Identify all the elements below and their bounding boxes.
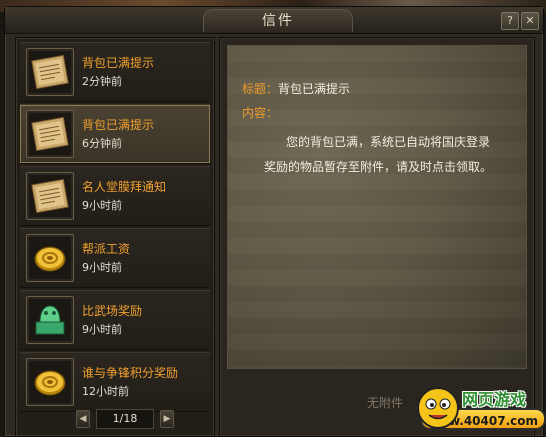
mail-title: 帮派工资 bbox=[82, 242, 131, 256]
letter-paper: 标题： 背包已满提示 内容： 您的背包已满，系统已自动将国庆登录 奖励的物品暂存… bbox=[227, 45, 527, 369]
mail-item[interactable]: 帮派工资 9小时前 bbox=[20, 228, 210, 288]
mail-title: 背包已满提示 bbox=[82, 118, 155, 132]
mail-item[interactable]: 名人堂膜拜通知 9小时前 bbox=[20, 166, 210, 226]
gold-coin-icon bbox=[26, 358, 74, 406]
watermark-title: 网页游戏 bbox=[462, 390, 527, 409]
mail-detail-panel: 标题： 背包已满提示 内容： 您的背包已满，系统已自动将国庆登录 奖励的物品暂存… bbox=[219, 37, 535, 437]
mail-title: 比武场奖励 bbox=[82, 304, 143, 318]
scroll-letter-icon bbox=[26, 48, 74, 96]
prev-page-button[interactable]: ◀ bbox=[76, 410, 90, 428]
window-title: 信件 bbox=[203, 9, 353, 32]
help-button[interactable]: ? bbox=[501, 12, 519, 30]
title-bar: 信件 ? ✕ bbox=[5, 7, 543, 34]
mail-time: 2分钟前 bbox=[82, 75, 122, 88]
mail-item-selected[interactable]: 背包已满提示 6分钟前 bbox=[20, 104, 210, 164]
letter-body-line: 您的背包已满，系统已自动将国庆登录 bbox=[286, 135, 491, 149]
mascot-logo-icon bbox=[417, 387, 459, 429]
site-watermark: www.40407.com 网页游戏 bbox=[414, 384, 546, 435]
mail-time: 9小时前 bbox=[82, 261, 122, 274]
mail-time: 9小时前 bbox=[82, 199, 122, 212]
scroll-letter-icon bbox=[26, 172, 74, 220]
mail-title: 背包已满提示 bbox=[82, 56, 155, 70]
mail-item[interactable]: 背包已满提示 2分钟前 bbox=[20, 42, 210, 102]
mail-item[interactable]: 比武场奖励 9小时前 bbox=[20, 290, 210, 350]
no-attachment-text: 无附件 bbox=[367, 396, 404, 410]
subject-label: 标题： bbox=[242, 82, 279, 96]
mail-item[interactable]: 谁与争锋积分奖励 12小时前 bbox=[20, 352, 210, 412]
gold-coin-icon bbox=[26, 234, 74, 282]
pagination: ◀ 1/18 ▶ bbox=[76, 408, 176, 429]
letter-body-line: 奖励的物品暂存至附件，请及时点击领取。 bbox=[264, 160, 493, 174]
jade-seal-icon bbox=[26, 296, 74, 344]
mail-list-panel: 背包已满提示 2分钟前 背包已满提示 6分钟前 名人堂膜拜通知 9小时前 帮派工… bbox=[15, 37, 215, 437]
mail-time: 12小时前 bbox=[82, 385, 129, 398]
mail-title: 名人堂膜拜通知 bbox=[82, 180, 167, 194]
close-button[interactable]: ✕ bbox=[521, 12, 539, 30]
next-page-button[interactable]: ▶ bbox=[160, 410, 174, 428]
mail-title: 谁与争锋积分奖励 bbox=[82, 366, 179, 380]
mail-time: 6分钟前 bbox=[82, 137, 122, 150]
mail-time: 9小时前 bbox=[82, 323, 122, 336]
mail-window: 信件 ? ✕ 背包已满提示 2分钟前 背包已满提示 6分钟前 名人堂膜拜通知 9… bbox=[4, 6, 544, 437]
scroll-letter-icon bbox=[26, 110, 74, 158]
subject-value: 背包已满提示 bbox=[278, 82, 351, 96]
content-label: 内容： bbox=[242, 106, 279, 120]
page-indicator: 1/18 bbox=[96, 409, 154, 429]
